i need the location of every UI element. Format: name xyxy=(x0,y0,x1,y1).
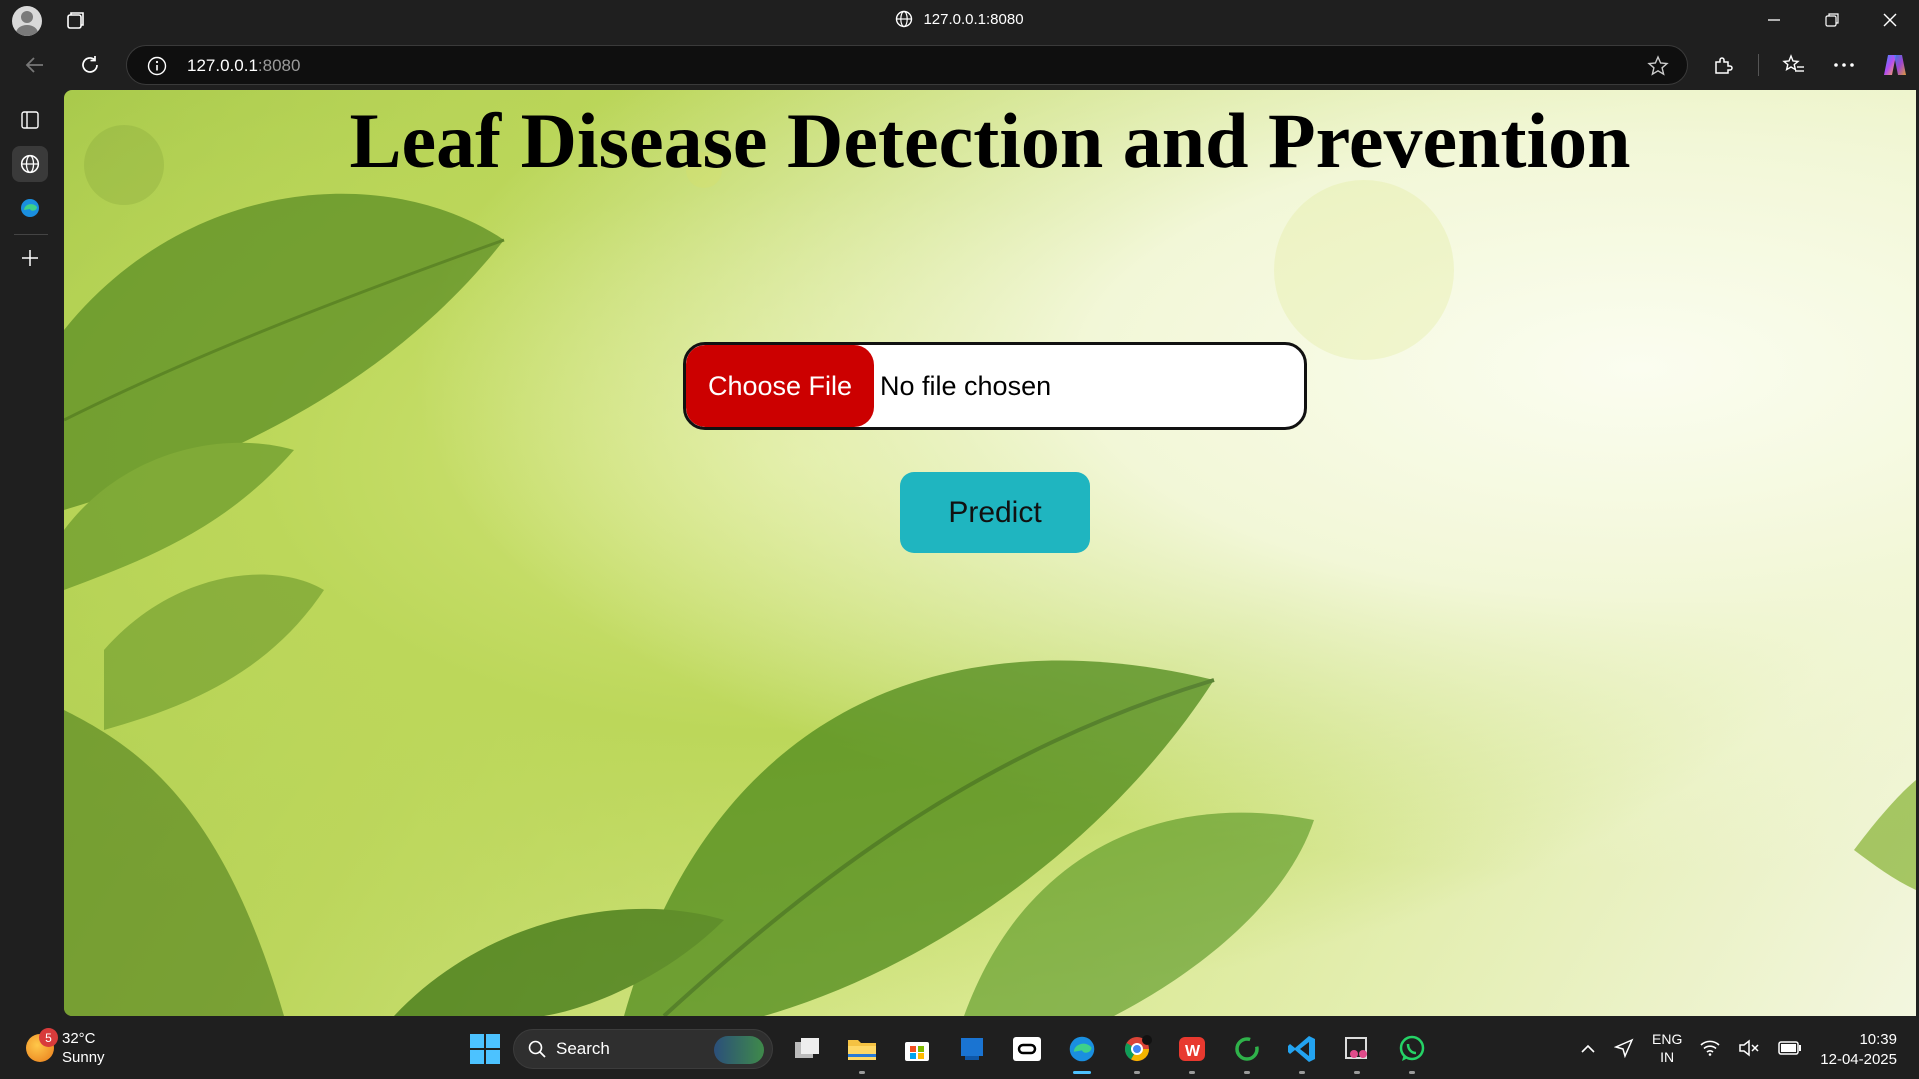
windows-start-icon[interactable] xyxy=(470,1034,500,1064)
more-options-button[interactable] xyxy=(1829,50,1859,80)
choose-file-button[interactable]: Choose File xyxy=(686,345,874,427)
mute-speaker-icon[interactable] xyxy=(1738,1039,1760,1057)
browser-toolbar: 127.0.0.1:8080 xyxy=(0,40,1919,90)
copilot-icon xyxy=(1884,55,1906,75)
weather-widget[interactable]: 5 32°C Sunny xyxy=(26,1028,105,1067)
browser-sidebar xyxy=(0,90,62,1020)
system-clock[interactable]: 10:39 12-04-2025 xyxy=(1820,1030,1897,1070)
todo-app-icon[interactable] xyxy=(951,1028,993,1070)
loading-app-icon[interactable] xyxy=(1226,1028,1268,1074)
snipping-tool-icon[interactable] xyxy=(1336,1028,1378,1074)
web-page: Leaf Disease Detection and Prevention Ch… xyxy=(64,90,1916,1016)
file-status-text: No file chosen xyxy=(880,370,1052,401)
wps-office-icon[interactable]: W xyxy=(1171,1028,1213,1074)
weather-badge: 5 xyxy=(39,1028,58,1047)
plus-icon xyxy=(22,250,38,266)
oracle-app-icon[interactable] xyxy=(1006,1028,1048,1070)
favorites-button[interactable] xyxy=(1779,50,1809,80)
refresh-button[interactable] xyxy=(75,50,105,80)
toolbar-separator xyxy=(1758,54,1759,76)
minimize-icon xyxy=(1768,19,1780,21)
sun-icon: 5 xyxy=(26,1028,58,1062)
language-indicator[interactable]: ENG IN xyxy=(1652,1030,1682,1066)
file-upload-input[interactable]: Choose File No file chosen xyxy=(683,342,1307,430)
extensions-button[interactable] xyxy=(1708,50,1738,80)
chevron-up-icon[interactable] xyxy=(1580,1043,1596,1053)
vertical-tabs-icon xyxy=(21,111,39,129)
location-arrow-icon[interactable] xyxy=(1614,1038,1634,1058)
edge-taskbar-icon[interactable] xyxy=(1061,1028,1103,1074)
wifi-icon[interactable] xyxy=(1700,1040,1720,1056)
microsoft-store-icon[interactable] xyxy=(896,1028,938,1070)
favorite-star-icon[interactable] xyxy=(1647,55,1669,77)
back-button[interactable] xyxy=(20,50,50,80)
language-code: ENG xyxy=(1652,1031,1683,1047)
close-button[interactable] xyxy=(1861,0,1919,40)
battery-icon[interactable] xyxy=(1778,1041,1802,1055)
restore-button[interactable] xyxy=(1803,0,1861,40)
favorites-list-icon xyxy=(1782,54,1804,72)
site-info-icon[interactable] xyxy=(147,56,167,76)
search-highlight-icon xyxy=(714,1036,764,1064)
window-title: 127.0.0.1:8080 xyxy=(923,10,1024,28)
page-title: Leaf Disease Detection and Prevention xyxy=(349,97,1631,184)
svg-text:W: W xyxy=(1185,1043,1201,1060)
refresh-icon xyxy=(82,56,98,73)
sidebar-divider xyxy=(14,234,48,235)
sidebar-add-button[interactable] xyxy=(12,240,48,276)
region-code: IN xyxy=(1660,1049,1675,1065)
globe-icon xyxy=(20,154,40,174)
weather-temp: 32°C xyxy=(62,1030,96,1047)
taskbar-search-box[interactable]: Search xyxy=(513,1029,773,1069)
url-port: :8080 xyxy=(257,56,301,75)
url-text[interactable]: 127.0.0.1:8080 xyxy=(187,56,300,76)
whatsapp-icon[interactable] xyxy=(1391,1028,1433,1074)
windows-taskbar: 5 32°C Sunny Search W ENG IN 10:39 12-04… xyxy=(0,1020,1919,1079)
search-label: Search xyxy=(556,1039,610,1058)
file-explorer-icon[interactable] xyxy=(841,1028,883,1074)
sidebar-tabs-button[interactable] xyxy=(12,102,48,138)
minimize-button[interactable] xyxy=(1745,0,1803,40)
restore-icon xyxy=(1825,13,1839,27)
sidebar-edge-tab[interactable] xyxy=(12,190,48,226)
close-icon xyxy=(1883,13,1897,27)
predict-button[interactable]: Predict xyxy=(900,472,1090,553)
browser-title-bar: 127.0.0.1:8080 xyxy=(0,0,1919,40)
chrome-icon[interactable] xyxy=(1116,1028,1158,1074)
clock-time: 10:39 xyxy=(1859,1031,1897,1048)
address-bar[interactable]: 127.0.0.1:8080 xyxy=(126,45,1688,85)
back-arrow-icon xyxy=(25,57,43,73)
sidebar-current-tab[interactable] xyxy=(12,146,48,182)
vscode-icon[interactable] xyxy=(1281,1028,1323,1074)
weather-condition: Sunny xyxy=(62,1049,105,1066)
puzzle-icon xyxy=(1715,57,1733,74)
edge-icon xyxy=(21,199,39,217)
leaf-background-image xyxy=(64,125,1916,1016)
search-icon xyxy=(528,1040,546,1058)
copilot-button[interactable] xyxy=(1879,50,1909,80)
url-host: 127.0.0.1 xyxy=(187,56,258,75)
clock-date: 12-04-2025 xyxy=(1820,1051,1897,1068)
more-dots-icon xyxy=(1834,63,1854,67)
globe-icon xyxy=(896,10,913,28)
task-view-icon[interactable] xyxy=(786,1028,828,1070)
